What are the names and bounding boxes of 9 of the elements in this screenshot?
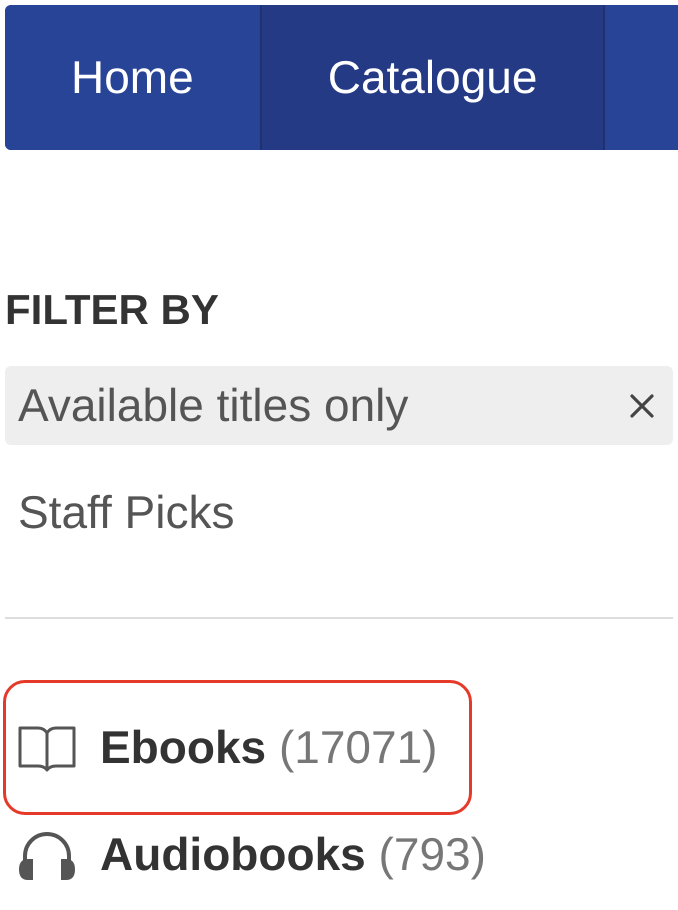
close-icon[interactable] <box>629 392 655 419</box>
format-filter-link[interactable]: Ebooks (17071) <box>3 680 472 816</box>
nav-tab[interactable]: Home <box>5 5 262 150</box>
format-filter-link[interactable]: Audiobooks (793) <box>3 827 486 882</box>
filter-option[interactable]: Available titles only <box>5 366 673 446</box>
nav-tab[interactable]: Catalogue <box>262 5 606 150</box>
open-book-icon <box>18 724 76 772</box>
filter-heading: FILTER BY <box>5 285 220 335</box>
filter-option[interactable]: Staff Picks <box>5 473 248 552</box>
